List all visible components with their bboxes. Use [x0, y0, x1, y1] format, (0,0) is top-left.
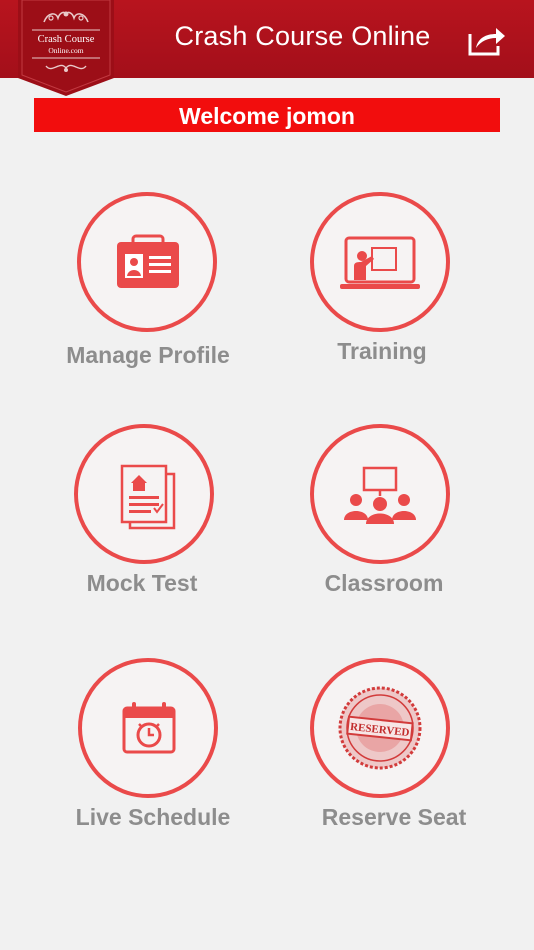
classroom-circle	[310, 424, 450, 564]
id-card-icon	[117, 234, 179, 288]
classroom-icon	[344, 466, 416, 524]
app-logo: Crash Course Online.com	[18, 0, 114, 96]
mock-test-circle	[74, 424, 214, 564]
mock-test-button[interactable]: Mock Test	[32, 424, 252, 624]
live-schedule-circle	[78, 658, 218, 798]
manage-profile-label: Manage Profile	[66, 342, 230, 368]
live-schedule-label: Live Schedule	[75, 804, 231, 830]
welcome-banner: Welcome jomon	[34, 98, 500, 132]
logo-text-line2: Online.com	[48, 46, 83, 55]
manage-profile-button[interactable]: Manage Profile	[38, 192, 258, 392]
share-button[interactable]	[466, 22, 508, 58]
logo-text-line1: Crash Course	[38, 34, 95, 45]
reserve-seat-label: Reserve Seat	[321, 804, 467, 830]
documents-icon	[120, 464, 176, 530]
reserved-stamp-icon: RESERVED	[338, 686, 422, 770]
calendar-clock-icon	[122, 702, 176, 754]
live-schedule-button[interactable]: Live Schedule	[43, 658, 263, 858]
classroom-label: Classroom	[324, 570, 444, 596]
training-circle	[310, 192, 450, 332]
training-button[interactable]: Training	[272, 192, 492, 392]
training-label: Training	[337, 338, 427, 364]
reserve-seat-button[interactable]: RESERVED Reserve Seat	[284, 658, 504, 858]
reserve-seat-circle: RESERVED	[310, 658, 450, 798]
manage-profile-circle	[77, 192, 217, 332]
classroom-button[interactable]: Classroom	[274, 424, 494, 624]
mock-test-label: Mock Test	[86, 570, 198, 596]
share-icon	[468, 28, 505, 56]
app-title: Crash Course Online	[174, 21, 431, 51]
presentation-icon	[340, 236, 420, 289]
